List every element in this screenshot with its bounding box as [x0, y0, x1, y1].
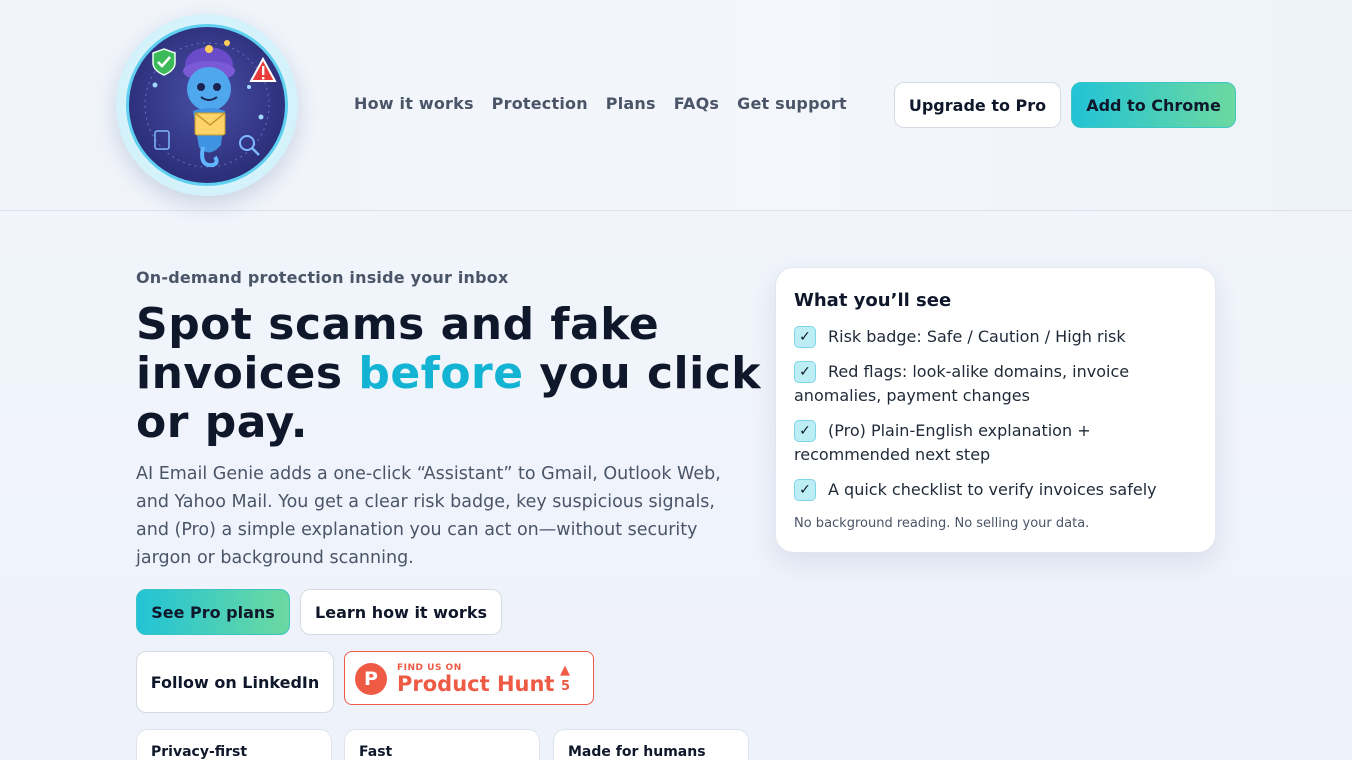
card-item-text: Red flags: look-alike domains, invoice a… — [794, 362, 1130, 405]
feature-made-for-humans: Made for humans — [553, 729, 749, 760]
hero-eyebrow: On-demand protection inside your inbox — [136, 268, 509, 287]
headline-accent: before — [358, 348, 524, 399]
card-footnote: No background reading. No selling your d… — [794, 516, 1090, 531]
card-item-text: (Pro) Plain-English explanation + recomm… — [794, 421, 1091, 464]
logo-inner — [126, 24, 288, 186]
card-item-risk-badge: ✓ Risk badge: Safe / Caution / High risk — [794, 325, 1197, 349]
product-hunt-count: 5 — [561, 679, 571, 694]
main-nav: How it works Protection Plans FAQs Get s… — [354, 94, 847, 113]
nav-how-it-works[interactable]: How it works — [354, 94, 474, 113]
check-icon: ✓ — [794, 325, 816, 348]
feature-fast: Fast — [344, 729, 540, 760]
nav-faqs[interactable]: FAQs — [674, 94, 719, 113]
product-hunt-badge[interactable]: P FIND US ON Product Hunt ▲ 5 — [344, 651, 594, 705]
check-icon: ✓ — [794, 478, 816, 501]
check-icon: ✓ — [794, 419, 816, 442]
hero-headline: Spot scams and fake invoices before you … — [136, 300, 776, 447]
check-icon: ✓ — [794, 360, 816, 383]
card-item-text: Risk badge: Safe / Caution / High risk — [828, 327, 1126, 346]
site-header: How it works Protection Plans FAQs Get s… — [0, 0, 1352, 211]
card-item-text: A quick checklist to verify invoices saf… — [828, 480, 1157, 499]
genie-illustration — [144, 40, 277, 168]
card-title: What you’ll see — [794, 290, 952, 311]
upvote-triangle-icon: ▲ — [560, 663, 570, 678]
nav-plans[interactable]: Plans — [606, 94, 656, 113]
see-pro-plans-button[interactable]: See Pro plans — [136, 589, 290, 635]
nav-protection[interactable]: Protection — [492, 94, 588, 113]
add-to-chrome-button[interactable]: Add to Chrome — [1071, 82, 1236, 128]
product-hunt-label: Product Hunt — [397, 672, 555, 696]
card-item-checklist: ✓ A quick checklist to verify invoices sa… — [794, 478, 1197, 502]
card-item-explanation: ✓ (Pro) Plain-English explanation + recom… — [794, 419, 1197, 467]
genie-logo[interactable] — [116, 14, 298, 196]
product-hunt-icon: P — [355, 663, 387, 695]
what-youll-see-card: What you’ll see ✓ Risk badge: Safe / Caut… — [775, 267, 1216, 553]
feature-privacy-first: Privacy-first — [136, 729, 332, 760]
card-item-red-flags: ✓ Red flags: look-alike domains, invoice … — [794, 360, 1197, 408]
hero-description: AI Email Genie adds a one-click “Assista… — [136, 464, 721, 568]
warning-icon — [249, 56, 277, 82]
follow-linkedin-button[interactable]: Follow on LinkedIn — [136, 651, 334, 713]
learn-how-it-works-button[interactable]: Learn how it works — [300, 589, 502, 635]
shield-check-icon — [152, 48, 176, 76]
upgrade-to-pro-button[interactable]: Upgrade to Pro — [894, 82, 1061, 128]
nav-get-support[interactable]: Get support — [737, 94, 847, 113]
